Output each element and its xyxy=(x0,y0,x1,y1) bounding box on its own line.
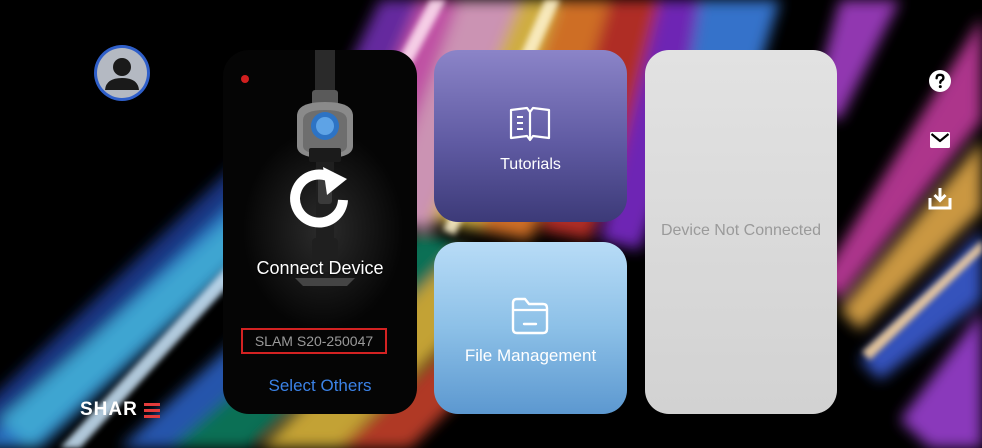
device-status-label: Device Not Connected xyxy=(660,222,822,239)
device-connection-card: Connect Device SLAM S20-250047 Select Ot… xyxy=(223,50,417,414)
book-icon xyxy=(509,106,551,142)
connection-status-dot xyxy=(241,75,249,83)
brand-wordmark: SHAR xyxy=(80,399,138,420)
folder-icon xyxy=(511,297,549,335)
mail-icon[interactable] xyxy=(928,128,952,152)
file-management-tile[interactable]: File Management xyxy=(434,242,627,414)
device-name-label[interactable]: SLAM S20-250047 xyxy=(241,328,387,354)
user-icon xyxy=(105,58,139,90)
brand-logo: SHAR xyxy=(80,396,170,426)
device-status-panel: Device Not Connected xyxy=(645,50,837,414)
brand-e-mark xyxy=(144,402,160,419)
tutorials-label: Tutorials xyxy=(500,156,561,173)
user-avatar[interactable] xyxy=(97,48,147,98)
tutorials-tile[interactable]: Tutorials xyxy=(434,50,627,222)
app-screen: Connect Device SLAM S20-250047 Select Ot… xyxy=(0,0,982,448)
select-others-link[interactable]: Select Others xyxy=(223,376,417,396)
refresh-icon[interactable] xyxy=(285,165,355,235)
download-icon[interactable] xyxy=(928,186,952,210)
file-management-label: File Management xyxy=(464,346,597,365)
connect-device-button[interactable]: Connect Device xyxy=(223,258,417,279)
help-icon[interactable] xyxy=(928,69,952,93)
